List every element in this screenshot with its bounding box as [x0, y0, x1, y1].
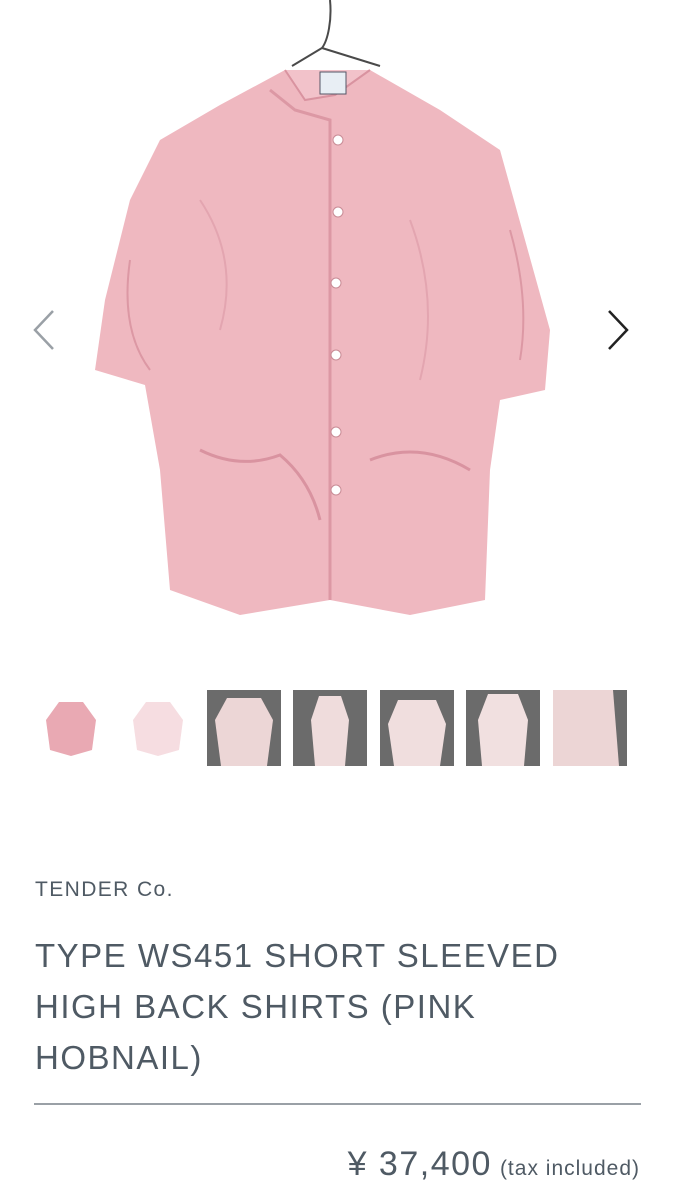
thumbnail-7[interactable] — [553, 690, 627, 766]
product-price: ¥ 37,400 — [347, 1145, 492, 1183]
thumbnail-3[interactable] — [207, 690, 281, 766]
thumbnail-5[interactable] — [380, 690, 454, 766]
product-title: TYPE WS451 SHORT SLEEVED HIGH BACK SHIRT… — [35, 937, 560, 1076]
thumbnail-4[interactable] — [293, 690, 367, 766]
brand-name[interactable]: TENDER Co. — [35, 878, 174, 902]
thumbnail-1[interactable] — [34, 690, 108, 766]
thumbnail-6[interactable] — [466, 690, 540, 766]
product-image-gallery — [0, 0, 675, 766]
product-main-image[interactable] — [80, 0, 595, 640]
chevron-left-icon[interactable] — [25, 305, 65, 355]
thumbnail-strip — [34, 690, 634, 766]
divider — [34, 1103, 641, 1105]
chevron-right-icon[interactable] — [597, 305, 637, 355]
price-row: ¥ 37,400 (tax included) — [348, 1145, 640, 1184]
tax-note: (tax included) — [499, 1157, 640, 1180]
thumbnail-2[interactable] — [121, 690, 195, 766]
